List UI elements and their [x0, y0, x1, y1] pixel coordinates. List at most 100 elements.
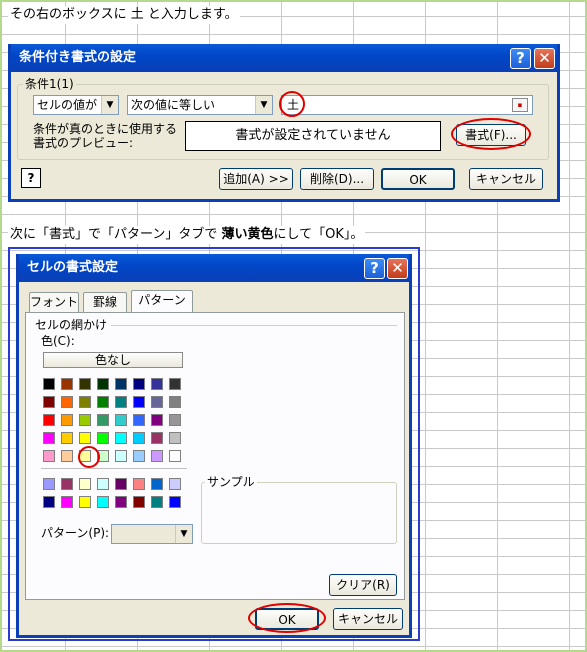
highlight-circle-format — [451, 118, 531, 150]
chevron-down-icon[interactable]: ▼ — [101, 96, 118, 114]
preview-label: 条件が真のときに使用する書式のプレビュー: — [33, 122, 178, 150]
color-swatch[interactable] — [151, 432, 163, 444]
color-swatch[interactable] — [115, 414, 127, 426]
color-swatch[interactable] — [61, 478, 73, 490]
color-swatch[interactable] — [133, 496, 145, 508]
color-swatch[interactable] — [97, 414, 109, 426]
highlight-circle-color — [78, 446, 100, 468]
color-swatch[interactable] — [151, 414, 163, 426]
color-swatch[interactable] — [61, 414, 73, 426]
color-swatch[interactable] — [151, 450, 163, 462]
color-swatch[interactable] — [115, 450, 127, 462]
cell-format-titlebar: セルの書式設定 — [19, 254, 409, 282]
color-swatch[interactable] — [43, 396, 55, 408]
cancel-button[interactable]: キャンセル — [333, 608, 403, 630]
color-swatch[interactable] — [97, 396, 109, 408]
conditional-format-titlebar: 条件付き書式の設定 — [11, 44, 557, 72]
color-swatch[interactable] — [115, 378, 127, 390]
tab-strip: フォント 罫線 パターン — [25, 290, 405, 312]
color-swatch[interactable] — [151, 496, 163, 508]
color-swatch[interactable] — [133, 378, 145, 390]
color-swatch[interactable] — [97, 378, 109, 390]
color-swatch[interactable] — [43, 414, 55, 426]
color-swatch[interactable] — [97, 496, 109, 508]
color-swatch[interactable] — [61, 496, 73, 508]
color-swatch[interactable] — [169, 396, 181, 408]
no-color-button[interactable]: 色なし — [43, 352, 183, 368]
color-swatch[interactable] — [169, 378, 181, 390]
color-swatch[interactable] — [169, 478, 181, 490]
color-swatch[interactable] — [61, 378, 73, 390]
help-icon[interactable]: ? — [364, 258, 385, 279]
color-swatch[interactable] — [79, 478, 91, 490]
conditional-format-dialog: 条件付き書式の設定 ? ✕ 条件1(1) セルの値が ▼ 次の値に等しい ▼ 土… — [8, 44, 560, 202]
instruction-line-2: 次に「書式」で「パターン」タブで 薄い黄色にして「OK」。 — [8, 226, 366, 244]
operand-type-combo[interactable]: セルの値が ▼ — [33, 95, 119, 115]
cell-format-dialog: セルの書式設定 ? ✕ フォント 罫線 パターン セルの網かけ 色(C): 色な… — [16, 254, 412, 638]
color-swatch[interactable] — [169, 496, 181, 508]
color-swatch[interactable] — [151, 396, 163, 408]
instruction-line-1: その右のボックスに 土 と入力します。 — [8, 6, 240, 24]
chevron-down-icon[interactable]: ▼ — [175, 525, 192, 543]
color-swatch[interactable] — [79, 496, 91, 508]
color-swatch[interactable] — [79, 414, 91, 426]
delete-button[interactable]: 削除(D)... — [300, 168, 374, 190]
highlight-circle-input — [279, 91, 305, 117]
pattern-label: パターン(P): — [41, 526, 110, 540]
ok-button[interactable]: OK — [381, 168, 455, 190]
color-swatch[interactable] — [61, 450, 73, 462]
add-button[interactable]: 追加(A) >> — [219, 168, 293, 190]
sample-group — [201, 482, 397, 544]
format-preview: 書式が設定されていません — [185, 121, 441, 151]
color-swatch[interactable] — [61, 432, 73, 444]
highlight-circle-ok — [248, 603, 326, 633]
color-swatch[interactable] — [97, 478, 109, 490]
color-swatch[interactable] — [169, 432, 181, 444]
color-swatch[interactable] — [133, 414, 145, 426]
color-swatch[interactable] — [133, 478, 145, 490]
shading-group-label: セルの網かけ — [35, 318, 108, 332]
color-swatch[interactable] — [133, 450, 145, 462]
dialog-title: 条件付き書式の設定 — [19, 50, 137, 65]
tab-font[interactable]: フォント — [29, 292, 79, 312]
color-swatch[interactable] — [43, 496, 55, 508]
divider — [41, 468, 187, 469]
color-swatch[interactable] — [79, 432, 91, 444]
divider — [111, 325, 397, 326]
color-swatch[interactable] — [43, 450, 55, 462]
color-swatch[interactable] — [133, 396, 145, 408]
color-swatch[interactable] — [97, 432, 109, 444]
condition-group-label: 条件1(1) — [23, 77, 76, 91]
color-swatch[interactable] — [43, 378, 55, 390]
sample-group-label: サンプル — [205, 475, 257, 489]
cancel-button[interactable]: キャンセル — [469, 168, 543, 190]
condition-value-input[interactable]: 土 ▪ — [281, 95, 533, 115]
color-swatch[interactable] — [61, 396, 73, 408]
color-swatch[interactable] — [79, 378, 91, 390]
dialog-title: セルの書式設定 — [27, 260, 119, 275]
chevron-down-icon[interactable]: ▼ — [255, 96, 272, 114]
color-swatch[interactable] — [79, 396, 91, 408]
color-swatch[interactable] — [43, 432, 55, 444]
range-select-icon[interactable]: ▪ — [512, 98, 528, 112]
color-swatch[interactable] — [115, 432, 127, 444]
color-swatch[interactable] — [43, 478, 55, 490]
color-swatch[interactable] — [151, 478, 163, 490]
color-swatch[interactable] — [151, 378, 163, 390]
help-icon[interactable]: ? — [510, 48, 531, 69]
tab-pattern[interactable]: パターン — [131, 290, 193, 312]
color-swatch[interactable] — [169, 414, 181, 426]
close-icon[interactable]: ✕ — [534, 48, 555, 69]
close-icon[interactable]: ✕ — [387, 258, 408, 279]
color-swatch[interactable] — [115, 396, 127, 408]
pattern-combo[interactable]: ▼ — [111, 524, 193, 544]
color-swatch[interactable] — [115, 496, 127, 508]
color-label: 色(C): — [41, 334, 75, 348]
clear-button[interactable]: クリア(R) — [329, 574, 397, 596]
tab-border[interactable]: 罫線 — [83, 292, 127, 312]
color-swatch[interactable] — [133, 432, 145, 444]
color-swatch[interactable] — [169, 450, 181, 462]
color-swatch[interactable] — [115, 478, 127, 490]
help-icon[interactable]: ? — [21, 168, 41, 188]
operator-combo[interactable]: 次の値に等しい ▼ — [127, 95, 273, 115]
